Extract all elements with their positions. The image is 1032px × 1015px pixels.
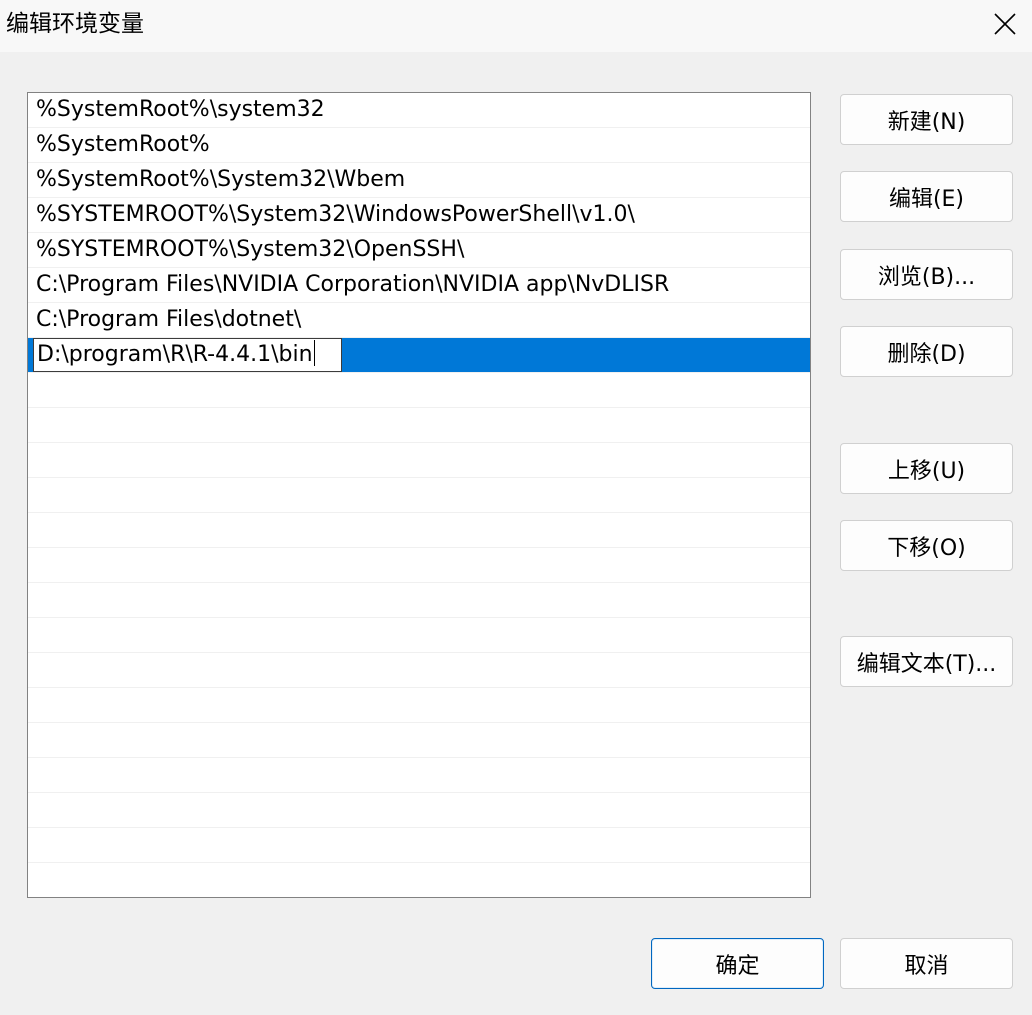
empty-row[interactable] (28, 443, 810, 478)
title-bar: 编辑环境变量 (0, 0, 1032, 52)
empty-row[interactable] (28, 408, 810, 443)
new-button[interactable]: 新建(N) (840, 94, 1013, 145)
browse-button[interactable]: 浏览(B)... (840, 249, 1013, 300)
window-title: 编辑环境变量 (6, 11, 144, 37)
empty-row[interactable] (28, 828, 810, 863)
list-item-text: %SystemRoot% (36, 132, 210, 157)
list-item[interactable]: C:\Program Files\dotnet\ (28, 303, 810, 338)
list-item[interactable]: C:\Program Files\NVIDIA Corporation\NVID… (28, 268, 810, 303)
path-edit-value: D:\program\R\R-4.4.1\bin (37, 342, 313, 367)
empty-row[interactable] (28, 653, 810, 688)
cancel-button[interactable]: 取消 (840, 938, 1013, 989)
ok-button[interactable]: 确定 (651, 938, 824, 989)
list-item[interactable]: %SystemRoot%\System32\Wbem (28, 163, 810, 198)
text-caret (313, 340, 315, 366)
list-item[interactable]: %SYSTEMROOT%\System32\WindowsPowerShell\… (28, 198, 810, 233)
list-item-text: %SystemRoot%\system32 (36, 97, 325, 122)
close-button[interactable] (978, 0, 1032, 48)
list-item[interactable]: %SystemRoot% (28, 128, 810, 163)
move-down-button[interactable]: 下移(O) (840, 520, 1013, 571)
list-item-text: %SYSTEMROOT%\System32\OpenSSH\ (36, 237, 465, 262)
empty-row[interactable] (28, 513, 810, 548)
empty-row[interactable] (28, 688, 810, 723)
empty-row[interactable] (28, 618, 810, 653)
list-item[interactable]: %SYSTEMROOT%\System32\OpenSSH\ (28, 233, 810, 268)
path-edit-input[interactable]: D:\program\R\R-4.4.1\bin (33, 338, 342, 372)
path-list[interactable]: %SystemRoot%\system32 %SystemRoot% %Syst… (27, 92, 811, 898)
edit-button[interactable]: 编辑(E) (840, 171, 1013, 222)
empty-row[interactable] (28, 548, 810, 583)
list-item-selected[interactable]: D:\program\R\R-4.4.1\bin (28, 338, 810, 373)
list-item-text: %SYSTEMROOT%\System32\WindowsPowerShell\… (36, 202, 635, 227)
edit-environment-variable-dialog: 编辑环境变量 %SystemRoot%\system32 %SystemRoot… (0, 0, 1032, 1015)
list-item-text: C:\Program Files\NVIDIA Corporation\NVID… (36, 272, 670, 297)
list-item-text: %SystemRoot%\System32\Wbem (36, 167, 406, 192)
empty-row[interactable] (28, 793, 810, 828)
empty-row[interactable] (28, 723, 810, 758)
close-icon (994, 13, 1016, 35)
empty-row[interactable] (28, 478, 810, 513)
list-item[interactable]: %SystemRoot%\system32 (28, 93, 810, 128)
empty-row[interactable] (28, 863, 810, 897)
edit-text-button[interactable]: 编辑文本(T)... (840, 636, 1013, 687)
empty-row[interactable] (28, 373, 810, 408)
empty-row[interactable] (28, 583, 810, 618)
delete-button[interactable]: 删除(D) (840, 326, 1013, 377)
list-item-text: C:\Program Files\dotnet\ (36, 307, 302, 332)
move-up-button[interactable]: 上移(U) (840, 443, 1013, 494)
empty-row[interactable] (28, 758, 810, 793)
